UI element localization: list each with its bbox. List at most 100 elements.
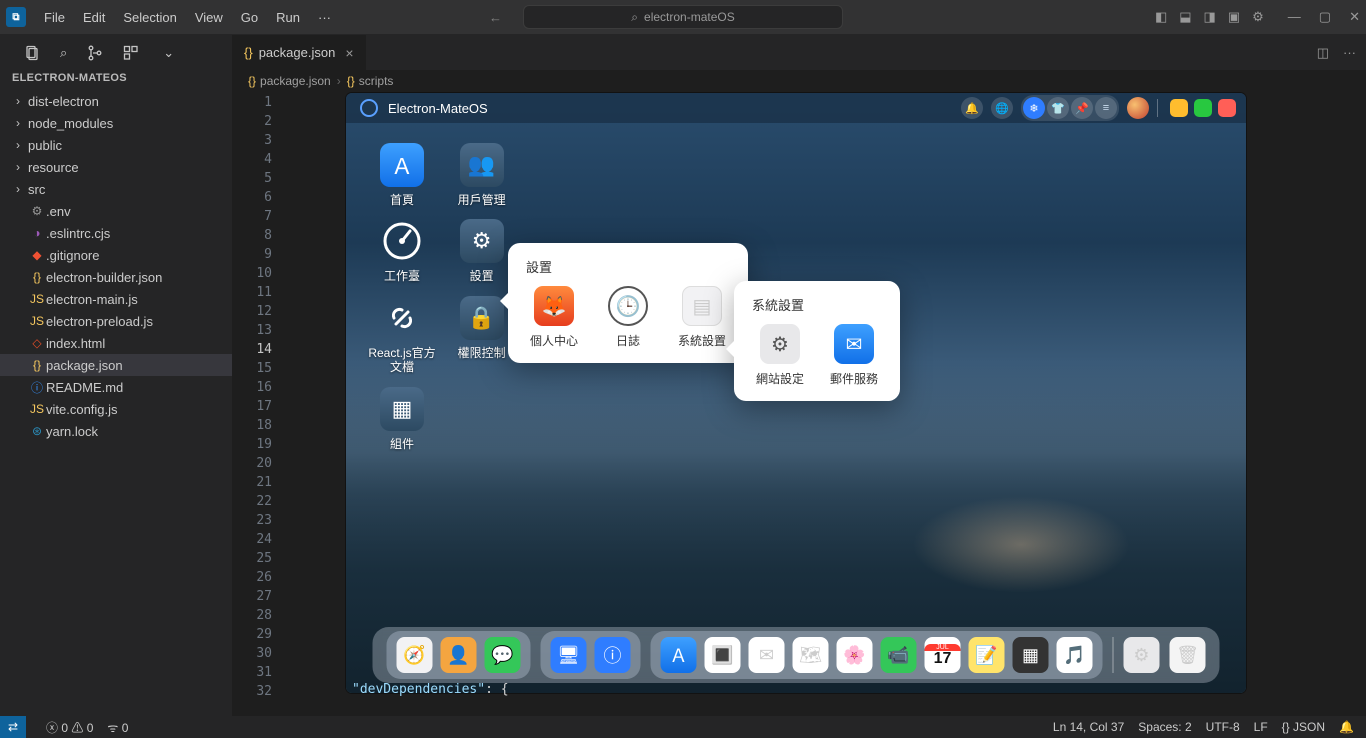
status-bell-icon[interactable]: 🔔 <box>1339 720 1354 734</box>
popover-item-profile[interactable]: 🦊個人中心 <box>526 286 582 349</box>
file-gitignore[interactable]: ◆.gitignore <box>0 244 232 266</box>
menu-run[interactable]: Run <box>268 6 308 29</box>
theme-option-icon[interactable]: ❄ <box>1023 97 1045 119</box>
dock-calculator-icon[interactable]: ▦ <box>1013 637 1049 673</box>
desktop-components[interactable]: ▦組件 <box>366 387 438 451</box>
status-line-col[interactable]: Ln 14, Col 37 <box>1053 720 1124 734</box>
dock-system-preferences-icon[interactable]: ⚙ <box>1124 637 1160 673</box>
dock-launchpad-icon[interactable]: 🔳 <box>705 637 741 673</box>
breadcrumb-file[interactable]: package.json <box>260 74 331 88</box>
editor-area[interactable]: 1234567891011121314151617181920212223242… <box>232 92 1366 716</box>
layout-sidebar-right-icon[interactable]: ◨ <box>1204 9 1216 25</box>
file-eslintrc[interactable]: ◑.eslintrc.cjs <box>0 222 232 244</box>
file-package-json[interactable]: {}package.json <box>0 354 232 376</box>
layout-panel-icon[interactable]: ⬓ <box>1179 9 1191 25</box>
dock-info-icon[interactable]: ⓘ <box>595 637 631 673</box>
breadcrumb[interactable]: {} package.json › {} scripts <box>232 70 1366 92</box>
tab-more-icon[interactable]: ··· <box>1343 45 1356 60</box>
file-electron-builder-json[interactable]: {}electron-builder.json <box>0 266 232 288</box>
folder-src[interactable]: ›src <box>0 178 232 200</box>
menu-selection[interactable]: Selection <box>115 6 184 29</box>
explorer-search-icon[interactable]: ⌕ <box>60 45 67 61</box>
menu-file[interactable]: File <box>36 6 73 29</box>
theme-toggle[interactable]: ❄ 👕 📌 ≡ <box>1021 95 1119 121</box>
menu-edit[interactable]: Edit <box>75 6 113 29</box>
preview-app-logo-icon <box>360 99 378 117</box>
editor-tabs: {} package.json × ◫ ··· <box>232 35 1366 70</box>
command-center[interactable]: ⌕ electron-mateOS <box>523 5 843 29</box>
layout-customize-icon[interactable]: ▣ <box>1228 9 1240 25</box>
explorer-extensions-icon[interactable] <box>123 45 139 61</box>
dock-trash-icon[interactable]: 🗑 <box>1170 637 1206 673</box>
explorer-source-control-icon[interactable] <box>87 45 103 61</box>
folder-node-modules[interactable]: ›node_modules <box>0 112 232 134</box>
file-env[interactable]: ⚙.env <box>0 200 232 222</box>
link-icon <box>380 296 424 340</box>
dock-mail-icon[interactable]: ✉ <box>749 637 785 673</box>
dock-maps-icon[interactable]: 🗺 <box>793 637 829 673</box>
dock-safari-icon[interactable]: 🧭 <box>397 637 433 673</box>
dock-notes-icon[interactable]: 📝 <box>969 637 1005 673</box>
remote-indicator-icon[interactable]: ⇄ <box>0 716 26 738</box>
file-electron-preload-js[interactable]: JSelectron-preload.js <box>0 310 232 332</box>
status-eol[interactable]: LF <box>1254 720 1268 734</box>
file-index-html[interactable]: ◇index.html <box>0 332 232 354</box>
folder-dist-electron[interactable]: ›dist-electron <box>0 90 232 112</box>
bell-icon[interactable]: 🔔 <box>961 97 983 119</box>
desktop-home[interactable]: Ａ首頁 <box>366 143 438 207</box>
window-zoom-button[interactable] <box>1194 99 1212 117</box>
dock-calendar-icon[interactable]: JUL17 <box>925 637 961 673</box>
dock-appstore-icon[interactable]: Ａ <box>661 637 697 673</box>
popover-item-system-settings[interactable]: ▤系統設置 <box>674 286 730 349</box>
nav-back-icon[interactable]: ← <box>489 10 502 25</box>
tab-close-icon[interactable]: × <box>345 45 353 61</box>
status-ports[interactable]: ᯤ 0 <box>107 719 128 736</box>
status-spaces[interactable]: Spaces: 2 <box>1138 720 1191 734</box>
globe-icon[interactable]: 🌐 <box>991 97 1013 119</box>
file-readme-md[interactable]: ⓘREADME.md <box>0 376 232 398</box>
layout-sidebar-left-icon[interactable]: ◧ <box>1155 9 1167 25</box>
split-editor-icon[interactable]: ◫ <box>1317 45 1329 61</box>
dock-facetime-icon[interactable]: 📹 <box>881 637 917 673</box>
code-token-key: "devDependencies" <box>352 682 485 697</box>
breadcrumb-scripts[interactable]: scripts <box>359 74 394 88</box>
status-encoding[interactable]: UTF-8 <box>1206 720 1240 734</box>
desktop-react-docs[interactable]: React.js官方文檔 <box>366 296 438 375</box>
dock-messages-icon[interactable]: 💬 <box>485 637 521 673</box>
dock-contacts-icon[interactable]: 👤 <box>441 637 477 673</box>
pin-icon[interactable]: 📌 <box>1071 97 1093 119</box>
settings-gear-icon[interactable]: ⚙ <box>1252 9 1264 25</box>
window-maximize-icon[interactable]: ▢ <box>1319 9 1331 25</box>
popover-item-site-settings[interactable]: ⚙網站設定 <box>752 324 808 387</box>
file-vite-config-js[interactable]: JSvite.config.js <box>0 398 232 420</box>
desktop-settings[interactable]: ⚙設置 <box>446 219 518 283</box>
shirt-icon[interactable]: 👕 <box>1047 97 1069 119</box>
menu-more[interactable]: ··· <box>310 6 339 29</box>
window-close-icon[interactable]: ✕ <box>1349 9 1360 25</box>
file-electron-main-js[interactable]: JSelectron-main.js <box>0 288 232 310</box>
window-close-button[interactable] <box>1218 99 1236 117</box>
sliders-icon[interactable]: ≡ <box>1095 97 1117 119</box>
status-errors[interactable]: ⓧ 0 ⚠ 0 <box>46 719 93 736</box>
popover-item-mail-service[interactable]: ✉郵件服務 <box>826 324 882 387</box>
popover-item-log[interactable]: 🕒日誌 <box>600 286 656 349</box>
dock-display-icon[interactable]: 🖥 <box>551 637 587 673</box>
clock-icon: 🕒 <box>608 286 648 326</box>
tab-package-json[interactable]: {} package.json × <box>232 35 367 70</box>
avatar[interactable] <box>1127 97 1149 119</box>
status-lang[interactable]: {} JSON <box>1282 720 1325 734</box>
folder-resource[interactable]: ›resource <box>0 156 232 178</box>
dock-music-icon[interactable]: 🎵 <box>1057 637 1093 673</box>
menu-go[interactable]: Go <box>233 6 266 29</box>
dock-photos-icon[interactable]: 🌸 <box>837 637 873 673</box>
folder-public[interactable]: ›public <box>0 134 232 156</box>
menu-view[interactable]: View <box>187 6 231 29</box>
desktop-users[interactable]: 👥用戶管理 <box>446 143 518 207</box>
desktop-workbench[interactable]: 工作臺 <box>366 219 438 283</box>
window-minimize-button[interactable] <box>1170 99 1188 117</box>
window-minimize-icon[interactable]: — <box>1288 9 1301 25</box>
app-preview-window: Electron-MateOS 🔔 🌐 ❄ 👕 📌 ≡ <box>346 93 1246 693</box>
explorer-chevron-icon[interactable]: ⌄ <box>163 45 174 61</box>
explorer-files-icon[interactable] <box>24 45 40 61</box>
file-yarn-lock[interactable]: ⊛yarn.lock <box>0 420 232 442</box>
